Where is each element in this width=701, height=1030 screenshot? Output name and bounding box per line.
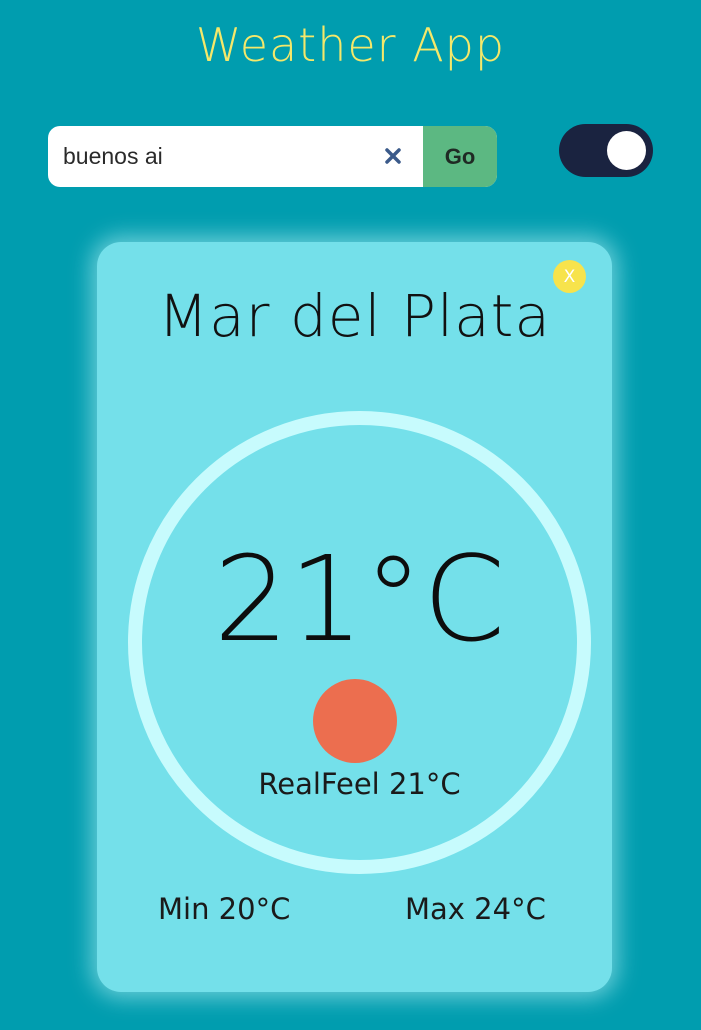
max-temperature: Max 24°C (405, 892, 546, 926)
app-title: Weather App (195, 18, 506, 72)
search-input[interactable] (48, 126, 383, 187)
close-icon (385, 148, 401, 164)
city-name: Mar del Plata (158, 282, 551, 350)
temperature-value: 21°C (213, 530, 506, 668)
weather-card: X Mar del Plata 21°C RealFeel 21°C Min 2… (97, 242, 612, 992)
go-button[interactable]: Go (423, 126, 497, 187)
search-bar: Go (48, 126, 497, 187)
realfeel-text: RealFeel 21°C (258, 767, 461, 801)
toggle-knob (607, 131, 646, 170)
clear-search-button[interactable] (380, 143, 406, 169)
sun-icon (313, 679, 397, 763)
theme-toggle[interactable] (559, 124, 653, 177)
temperature-ring: 21°C RealFeel 21°C (128, 411, 591, 874)
min-temperature: Min 20°C (158, 892, 291, 926)
